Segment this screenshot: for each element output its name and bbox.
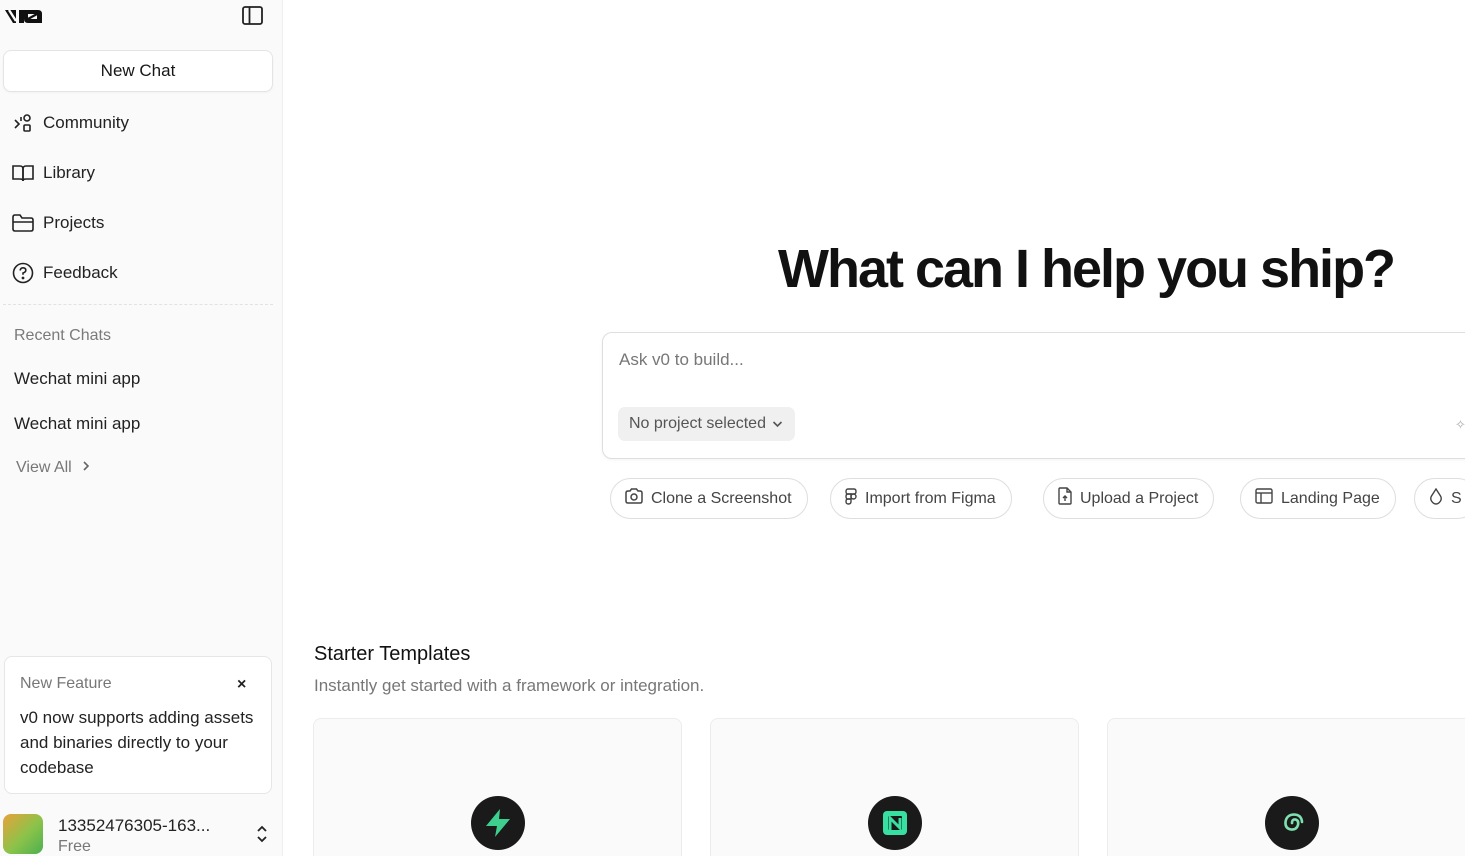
template-card-spiral[interactable] xyxy=(1107,718,1465,856)
chip-label: Landing Page xyxy=(1281,489,1380,507)
neon-icon xyxy=(868,796,922,850)
community-icon xyxy=(12,112,34,134)
spiral-icon xyxy=(1265,796,1319,850)
camera-icon xyxy=(625,488,643,509)
chip-label: Clone a Screenshot xyxy=(651,489,792,507)
sidebar-toggle-icon[interactable] xyxy=(242,6,263,25)
close-icon[interactable]: × xyxy=(237,676,246,694)
chip-landing-page[interactable]: Landing Page xyxy=(1240,478,1396,519)
project-select-label: No project selected xyxy=(629,415,766,432)
chevrons-up-down-icon xyxy=(255,824,269,849)
layout-icon xyxy=(1255,488,1273,509)
prompt-input[interactable] xyxy=(619,350,1439,370)
sidebar-item-community[interactable]: Community xyxy=(3,103,273,143)
sidebar-item-label: Feedback xyxy=(43,263,118,282)
sidebar-item-library[interactable]: Library xyxy=(3,153,273,193)
sidebar-item-projects[interactable]: Projects xyxy=(3,203,273,243)
file-upload-icon xyxy=(1058,487,1072,510)
sidebar-item-label: Library xyxy=(43,163,95,182)
view-all-label: View All xyxy=(16,459,72,476)
prompt-box: No project selected ✧ xyxy=(602,332,1465,459)
recent-chats-heading: Recent Chats xyxy=(14,327,111,344)
project-select[interactable]: No project selected xyxy=(618,407,795,441)
chip-label: Upload a Project xyxy=(1080,489,1199,507)
chip-import-figma[interactable]: Import from Figma xyxy=(830,478,1012,519)
sparkle-icon[interactable]: ✧ xyxy=(1455,417,1465,433)
sidebar-item-label: Projects xyxy=(43,213,105,232)
template-card-supabase[interactable] xyxy=(313,718,682,856)
chip-partial[interactable]: S xyxy=(1414,478,1465,519)
chevron-down-icon xyxy=(772,415,783,433)
new-chat-button[interactable]: New Chat xyxy=(3,50,273,92)
template-card-neon[interactable] xyxy=(710,718,1079,856)
droplet-icon xyxy=(1429,487,1443,510)
feature-card-body: v0 now supports adding assets and binari… xyxy=(20,708,254,777)
sidebar-item-label: Community xyxy=(43,113,129,132)
account-plan: Free xyxy=(58,838,91,855)
v0-logo[interactable] xyxy=(4,6,44,26)
help-circle-icon xyxy=(12,262,34,284)
folder-icon xyxy=(12,212,34,234)
recent-chat-item[interactable]: Wechat mini app xyxy=(14,369,140,389)
sidebar-divider xyxy=(3,304,273,305)
sidebar-item-feedback[interactable]: Feedback xyxy=(3,253,273,293)
starter-templates-subtitle: Instantly get started with a framework o… xyxy=(314,676,705,695)
recent-chat-item[interactable]: Wechat mini app xyxy=(14,414,140,434)
chip-label: S xyxy=(1451,489,1462,507)
starter-templates-heading: Starter Templates xyxy=(314,643,471,665)
supabase-icon xyxy=(471,796,525,850)
chip-clone-screenshot[interactable]: Clone a Screenshot xyxy=(610,478,808,519)
view-all-link[interactable]: View All xyxy=(16,459,90,477)
sidebar: New Chat Community Library Projects Feed… xyxy=(0,0,283,856)
feature-card-title: New Feature xyxy=(20,675,112,692)
chevron-right-icon xyxy=(82,459,90,477)
book-icon xyxy=(12,162,34,184)
new-feature-card: New Feature × v0 now supports adding ass… xyxy=(4,656,272,794)
chip-upload-project[interactable]: Upload a Project xyxy=(1043,478,1215,519)
account-name: 13352476305-163... xyxy=(58,816,211,835)
main-area: What can I help you ship? No project sel… xyxy=(283,0,1465,856)
account-switcher[interactable]: 13352476305-163... Free xyxy=(3,814,278,856)
chip-label: Import from Figma xyxy=(865,489,996,507)
avatar xyxy=(3,814,43,854)
hero-heading: What can I help you ship? xyxy=(778,239,1396,299)
figma-icon xyxy=(845,487,857,510)
